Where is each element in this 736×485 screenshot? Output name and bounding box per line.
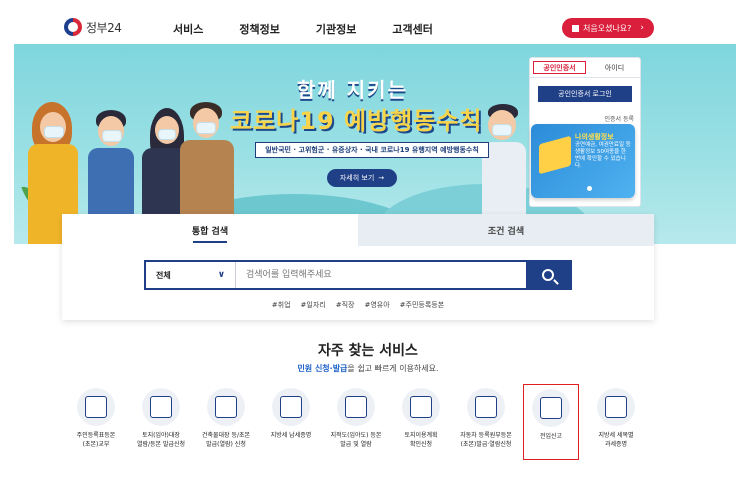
carousel-dot[interactable]	[587, 186, 592, 191]
service-label-2: 확인신청	[409, 440, 433, 448]
banner-more-label: 자세히 보기	[339, 174, 375, 182]
map-book-icon	[345, 396, 367, 418]
nav-services[interactable]: 서비스	[173, 21, 203, 37]
chevron-right-icon: ›	[640, 23, 644, 33]
banner-title-line2: 코로나19 예방행동수칙	[230, 107, 483, 135]
first-visit-button[interactable]: 처음오셨나요? ›	[562, 18, 654, 38]
service-local-tax-itemized[interactable]: 지방세 세목별 과세증명	[580, 384, 652, 449]
service-label-2: 발급 및 열람	[340, 440, 372, 448]
tab-conditional-search[interactable]: 조건 검색	[358, 214, 654, 246]
search-tabs: 통합 검색 조건 검색	[62, 214, 654, 246]
list-document-icon	[280, 396, 302, 418]
subtitle-highlight: 민원 신청·발급	[297, 364, 348, 373]
service-label: 지방세 납세증명	[270, 432, 312, 439]
service-label: 주민등록표등본	[76, 432, 116, 439]
service-vehicle-register[interactable]: 자동차 등록원부등본 (초본)발급·열람신청	[450, 384, 522, 449]
service-label: 토지(임야)대장	[142, 432, 180, 439]
frequent-services-subtitle: 민원 신청·발급을 쉽고 빠르게 이용하세요.	[0, 363, 736, 374]
banner-subtitle: 일반국민 · 고위험군 · 유증상자 · 국내 코로나19 유행지역 예방행동수…	[255, 142, 489, 158]
main-nav: 서비스 정책정보 기관정보 고객센터	[173, 21, 433, 37]
frequent-services-grid: 주민등록표등본 (초본)교부 토지(임야)대장 열람/등본 발급신청 건축물대장 등…	[74, 384, 666, 474]
search-input[interactable]	[236, 262, 526, 288]
map-pin-icon	[410, 396, 432, 418]
nav-policy-info[interactable]: 정책정보	[239, 21, 279, 37]
tab-integrated-search[interactable]: 통합 검색	[62, 214, 358, 246]
banner-title-line1: 함께 지키는	[297, 78, 408, 102]
chart-search-icon	[605, 396, 627, 418]
subtitle-rest: 을 쉽고 빠르게 이용하세요.	[347, 364, 439, 373]
service-land-register[interactable]: 토지(임야)대장 열람/등본 발급신청	[125, 384, 197, 449]
nav-customer-center[interactable]: 고객센터	[392, 21, 432, 37]
service-label: 지적도(임야도) 등본	[330, 432, 382, 439]
service-local-tax-certificate[interactable]: 지방세 납세증명	[255, 384, 327, 441]
service-building-register[interactable]: 건축물대장 등/초본 발급(열람) 신청	[190, 384, 262, 449]
service-label: 토지이용계획	[404, 432, 438, 439]
select-value: 전체	[156, 270, 171, 280]
life-info-card[interactable]: 나의생활정보 공연예금, 여권만료일 등 생활정보 50여종을 한번에 확인할 …	[531, 124, 635, 198]
service-resident-registration[interactable]: 주민등록표등본 (초본)교부	[60, 384, 132, 449]
house-icon	[540, 397, 562, 419]
service-label-2: 과세증명	[604, 440, 628, 448]
building-illustration-icon	[539, 135, 571, 175]
popular-tags: #취업 #일자리 #직장 #영유아 #주민등록등본	[62, 300, 654, 310]
service-label-2: 열람/등본 발급신청	[136, 440, 186, 448]
chevron-down-icon: ∨	[217, 270, 225, 280]
service-move-in-report[interactable]: 전입신고	[523, 384, 579, 460]
search-icon	[542, 269, 554, 281]
service-label: 자동차 등록원부등본	[460, 432, 512, 439]
search-box: 전체 ∨	[144, 260, 572, 290]
life-info-title: 나의생활정보	[575, 133, 614, 141]
frequent-services-title: 자주 찾는 서비스	[318, 343, 418, 359]
gov24-logo[interactable]: 정부24	[64, 18, 122, 36]
search-card: 통합 검색 조건 검색 전체 ∨ #취업 #일자리 #직장 #영유아 #주민등록…	[62, 214, 654, 320]
service-label: 지방세 세목별	[598, 432, 634, 439]
tab-certificate[interactable]: 공인인증서	[533, 61, 586, 74]
tag-link[interactable]: #직장	[336, 300, 355, 310]
search-button[interactable]	[526, 262, 570, 288]
nav-agency-info[interactable]: 기관정보	[316, 21, 356, 37]
service-label-2: (초본)발급·열람신청	[460, 440, 512, 448]
tag-link[interactable]: #주민등록등본	[400, 300, 445, 310]
certificate-login-button[interactable]: 공인인증서 로그인	[538, 86, 632, 102]
logo-text: 정부24	[86, 20, 122, 35]
service-land-use-plan[interactable]: 토지이용계획 확인신청	[385, 384, 457, 449]
search-category-select[interactable]: 전체 ∨	[146, 262, 236, 288]
car-document-icon	[475, 396, 497, 418]
service-label-2: 발급(열람) 신청	[206, 440, 246, 448]
header: 정부24 서비스 정책정보 기관정보 고객센터 처음오셨나요? ›	[0, 0, 736, 50]
tag-link[interactable]: #일자리	[301, 300, 326, 310]
service-cadastral-map[interactable]: 지적도(임야도) 등본 발급 및 열람	[320, 384, 392, 449]
book-icon	[572, 24, 579, 32]
taegeuk-logo-icon	[64, 18, 82, 36]
tag-link[interactable]: #영유아	[364, 300, 389, 310]
service-label: 건축물대장 등/초본	[201, 432, 251, 439]
id-card-icon	[85, 396, 107, 418]
service-label-2: (초본)교부	[82, 440, 110, 448]
monitor-map-icon	[150, 396, 172, 418]
tab-id[interactable]: 아이디	[589, 58, 640, 77]
life-info-desc: 공연예금, 여권만료일 등 생활정보 50여종을 한번에 확인할 수 있습니다.	[575, 142, 631, 170]
document-search-icon	[215, 396, 237, 418]
banner-more-button[interactable]: 자세히 보기 →	[327, 169, 397, 187]
tag-link[interactable]: #취업	[272, 300, 291, 310]
certificate-register-link[interactable]: 인증서 등록	[604, 114, 634, 123]
service-label: 전입신고	[539, 433, 563, 440]
login-tabs: 공인인증서 아이디	[530, 58, 640, 78]
arrow-right-icon: →	[378, 174, 385, 182]
first-visit-label: 처음오셨나요?	[583, 23, 632, 33]
